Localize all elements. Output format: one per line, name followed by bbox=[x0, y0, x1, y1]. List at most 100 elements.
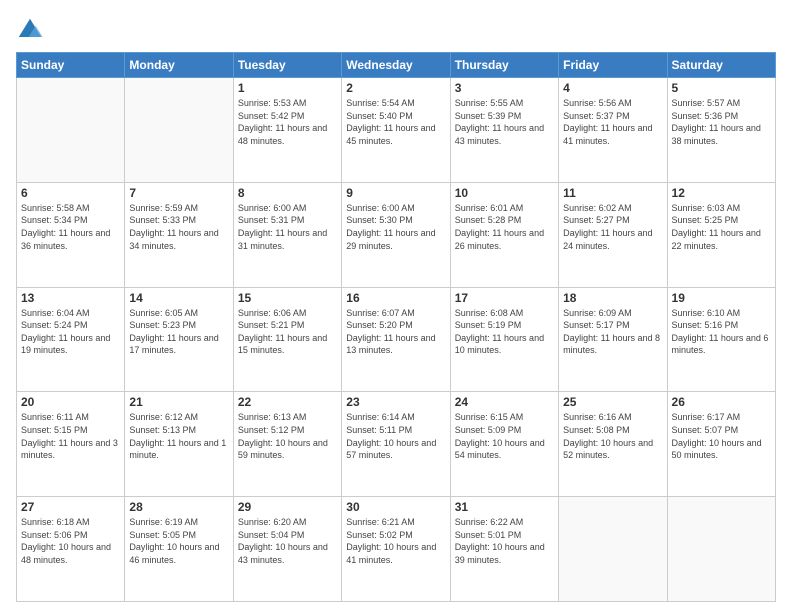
header bbox=[16, 16, 776, 44]
calendar-cell: 10Sunrise: 6:01 AM Sunset: 5:28 PM Dayli… bbox=[450, 182, 558, 287]
weekday-header: Thursday bbox=[450, 53, 558, 78]
calendar-cell: 26 Sunrise: 6:17 AM Sunset: 5:07 PM Dayli… bbox=[667, 392, 775, 497]
calendar-week-row: 27 Sunrise: 6:18 AM Sunset: 5:06 PM Dayli… bbox=[17, 497, 776, 602]
day-number: 8 bbox=[238, 186, 337, 200]
day-info: Sunrise: 6:19 AM Sunset: 5:05 PM Dayligh… bbox=[129, 516, 228, 566]
calendar-cell bbox=[559, 497, 667, 602]
weekday-header: Monday bbox=[125, 53, 233, 78]
day-number: 26 bbox=[672, 395, 771, 409]
day-info: Sunrise: 6:20 AM Sunset: 5:04 PM Dayligh… bbox=[238, 516, 337, 566]
calendar-cell bbox=[125, 78, 233, 183]
day-info: Sunrise: 6:07 AM Sunset: 5:20 PM Dayligh… bbox=[346, 307, 445, 357]
day-info: Sunrise: 6:08 AM Sunset: 5:19 PM Dayligh… bbox=[455, 307, 554, 357]
day-info: Sunrise: 6:10 AM Sunset: 5:16 PM Dayligh… bbox=[672, 307, 771, 357]
calendar-cell: 29 Sunrise: 6:20 AM Sunset: 5:04 PM Dayli… bbox=[233, 497, 341, 602]
day-number: 29 bbox=[238, 500, 337, 514]
day-number: 16 bbox=[346, 291, 445, 305]
day-number: 18 bbox=[563, 291, 662, 305]
day-info: Sunrise: 6:00 AM Sunset: 5:31 PM Dayligh… bbox=[238, 202, 337, 252]
day-info: Sunrise: 5:55 AM Sunset: 5:39 PM Dayligh… bbox=[455, 97, 554, 147]
day-info: Sunrise: 5:53 AM Sunset: 5:42 PM Dayligh… bbox=[238, 97, 337, 147]
calendar-cell bbox=[17, 78, 125, 183]
calendar-cell: 4 Sunrise: 5:56 AM Sunset: 5:37 PM Daylig… bbox=[559, 78, 667, 183]
calendar-cell: 18 Sunrise: 6:09 AM Sunset: 5:17 PM Dayli… bbox=[559, 287, 667, 392]
calendar-cell: 30Sunrise: 6:21 AM Sunset: 5:02 PM Dayli… bbox=[342, 497, 450, 602]
logo-icon bbox=[16, 16, 44, 44]
day-info: Sunrise: 6:11 AM Sunset: 5:15 PM Dayligh… bbox=[21, 411, 120, 461]
day-info: Sunrise: 6:06 AM Sunset: 5:21 PM Dayligh… bbox=[238, 307, 337, 357]
calendar-table: SundayMondayTuesdayWednesdayThursdayFrid… bbox=[16, 52, 776, 602]
calendar-cell: 2Sunrise: 5:54 AM Sunset: 5:40 PM Daylig… bbox=[342, 78, 450, 183]
day-info: Sunrise: 5:58 AM Sunset: 5:34 PM Dayligh… bbox=[21, 202, 120, 252]
day-number: 22 bbox=[238, 395, 337, 409]
calendar-cell bbox=[667, 497, 775, 602]
calendar-cell: 20 Sunrise: 6:11 AM Sunset: 5:15 PM Dayli… bbox=[17, 392, 125, 497]
day-info: Sunrise: 6:17 AM Sunset: 5:07 PM Dayligh… bbox=[672, 411, 771, 461]
day-info: Sunrise: 6:14 AM Sunset: 5:11 PM Dayligh… bbox=[346, 411, 445, 461]
day-number: 23 bbox=[346, 395, 445, 409]
day-info: Sunrise: 6:09 AM Sunset: 5:17 PM Dayligh… bbox=[563, 307, 662, 357]
day-number: 5 bbox=[672, 81, 771, 95]
day-info: Sunrise: 6:13 AM Sunset: 5:12 PM Dayligh… bbox=[238, 411, 337, 461]
weekday-header: Sunday bbox=[17, 53, 125, 78]
calendar-cell: 6 Sunrise: 5:58 AM Sunset: 5:34 PM Daylig… bbox=[17, 182, 125, 287]
weekday-row: SundayMondayTuesdayWednesdayThursdayFrid… bbox=[17, 53, 776, 78]
weekday-header: Tuesday bbox=[233, 53, 341, 78]
day-number: 6 bbox=[21, 186, 120, 200]
day-number: 31 bbox=[455, 500, 554, 514]
day-info: Sunrise: 6:12 AM Sunset: 5:13 PM Dayligh… bbox=[129, 411, 228, 461]
calendar-week-row: 20 Sunrise: 6:11 AM Sunset: 5:15 PM Dayli… bbox=[17, 392, 776, 497]
day-info: Sunrise: 6:01 AM Sunset: 5:28 PM Dayligh… bbox=[455, 202, 554, 252]
calendar-week-row: 1 Sunrise: 5:53 AM Sunset: 5:42 PM Daylig… bbox=[17, 78, 776, 183]
calendar-body: 1 Sunrise: 5:53 AM Sunset: 5:42 PM Daylig… bbox=[17, 78, 776, 602]
day-info: Sunrise: 6:21 AM Sunset: 5:02 PM Dayligh… bbox=[346, 516, 445, 566]
day-number: 24 bbox=[455, 395, 554, 409]
day-info: Sunrise: 6:22 AM Sunset: 5:01 PM Dayligh… bbox=[455, 516, 554, 566]
weekday-header: Saturday bbox=[667, 53, 775, 78]
day-info: Sunrise: 5:54 AM Sunset: 5:40 PM Dayligh… bbox=[346, 97, 445, 147]
calendar-cell: 15 Sunrise: 6:06 AM Sunset: 5:21 PM Dayli… bbox=[233, 287, 341, 392]
day-number: 1 bbox=[238, 81, 337, 95]
day-number: 15 bbox=[238, 291, 337, 305]
calendar-week-row: 13 Sunrise: 6:04 AM Sunset: 5:24 PM Dayli… bbox=[17, 287, 776, 392]
day-number: 25 bbox=[563, 395, 662, 409]
calendar-header: SundayMondayTuesdayWednesdayThursdayFrid… bbox=[17, 53, 776, 78]
day-number: 17 bbox=[455, 291, 554, 305]
calendar-cell: 22 Sunrise: 6:13 AM Sunset: 5:12 PM Dayli… bbox=[233, 392, 341, 497]
day-number: 21 bbox=[129, 395, 228, 409]
day-number: 4 bbox=[563, 81, 662, 95]
calendar-cell: 21 Sunrise: 6:12 AM Sunset: 5:13 PM Dayli… bbox=[125, 392, 233, 497]
calendar-cell: 27 Sunrise: 6:18 AM Sunset: 5:06 PM Dayli… bbox=[17, 497, 125, 602]
day-info: Sunrise: 5:59 AM Sunset: 5:33 PM Dayligh… bbox=[129, 202, 228, 252]
calendar-cell: 3 Sunrise: 5:55 AM Sunset: 5:39 PM Daylig… bbox=[450, 78, 558, 183]
day-info: Sunrise: 6:04 AM Sunset: 5:24 PM Dayligh… bbox=[21, 307, 120, 357]
calendar-cell: 31 Sunrise: 6:22 AM Sunset: 5:01 PM Dayli… bbox=[450, 497, 558, 602]
day-info: Sunrise: 5:56 AM Sunset: 5:37 PM Dayligh… bbox=[563, 97, 662, 147]
day-info: Sunrise: 6:02 AM Sunset: 5:27 PM Dayligh… bbox=[563, 202, 662, 252]
calendar-cell: 25 Sunrise: 6:16 AM Sunset: 5:08 PM Dayli… bbox=[559, 392, 667, 497]
calendar-cell: 19Sunrise: 6:10 AM Sunset: 5:16 PM Dayli… bbox=[667, 287, 775, 392]
calendar-cell: 5Sunrise: 5:57 AM Sunset: 5:36 PM Daylig… bbox=[667, 78, 775, 183]
day-number: 27 bbox=[21, 500, 120, 514]
calendar-cell: 16 Sunrise: 6:07 AM Sunset: 5:20 PM Dayli… bbox=[342, 287, 450, 392]
day-info: Sunrise: 6:16 AM Sunset: 5:08 PM Dayligh… bbox=[563, 411, 662, 461]
day-number: 7 bbox=[129, 186, 228, 200]
calendar-week-row: 6 Sunrise: 5:58 AM Sunset: 5:34 PM Daylig… bbox=[17, 182, 776, 287]
calendar-cell: 17 Sunrise: 6:08 AM Sunset: 5:19 PM Dayli… bbox=[450, 287, 558, 392]
calendar-cell: 13 Sunrise: 6:04 AM Sunset: 5:24 PM Dayli… bbox=[17, 287, 125, 392]
day-number: 13 bbox=[21, 291, 120, 305]
calendar-cell: 9Sunrise: 6:00 AM Sunset: 5:30 PM Daylig… bbox=[342, 182, 450, 287]
calendar-cell: 12Sunrise: 6:03 AM Sunset: 5:25 PM Dayli… bbox=[667, 182, 775, 287]
page: SundayMondayTuesdayWednesdayThursdayFrid… bbox=[0, 0, 792, 612]
day-number: 3 bbox=[455, 81, 554, 95]
calendar-cell: 28Sunrise: 6:19 AM Sunset: 5:05 PM Dayli… bbox=[125, 497, 233, 602]
calendar-cell: 23 Sunrise: 6:14 AM Sunset: 5:11 PM Dayli… bbox=[342, 392, 450, 497]
day-info: Sunrise: 6:15 AM Sunset: 5:09 PM Dayligh… bbox=[455, 411, 554, 461]
day-number: 11 bbox=[563, 186, 662, 200]
weekday-header: Friday bbox=[559, 53, 667, 78]
day-number: 20 bbox=[21, 395, 120, 409]
logo bbox=[16, 16, 48, 44]
day-info: Sunrise: 6:18 AM Sunset: 5:06 PM Dayligh… bbox=[21, 516, 120, 566]
calendar-cell: 11 Sunrise: 6:02 AM Sunset: 5:27 PM Dayli… bbox=[559, 182, 667, 287]
calendar-cell: 24 Sunrise: 6:15 AM Sunset: 5:09 PM Dayli… bbox=[450, 392, 558, 497]
